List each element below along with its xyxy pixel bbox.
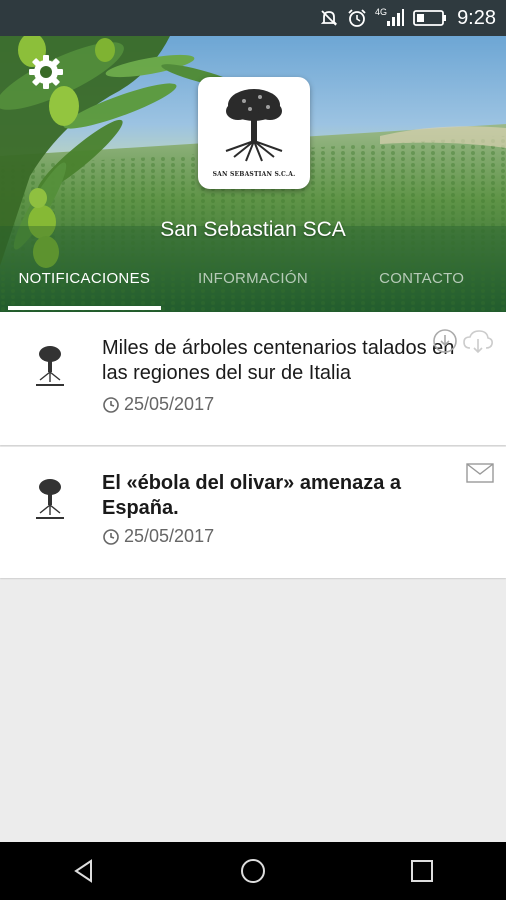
notification-list: Miles de árboles centenarios talados en … bbox=[0, 312, 506, 580]
notification-date-text: 25/05/2017 bbox=[124, 526, 215, 546]
mute-icon bbox=[319, 8, 339, 28]
notification-date-text: 25/05/2017 bbox=[124, 394, 215, 414]
back-icon[interactable] bbox=[54, 851, 114, 891]
download-circle-icon[interactable] bbox=[432, 328, 458, 359]
tab-contacto[interactable]: CONTACTO bbox=[337, 262, 506, 312]
status-time: 9:28 bbox=[457, 6, 496, 29]
settings-gear-icon[interactable] bbox=[26, 52, 66, 92]
clock-icon bbox=[103, 528, 119, 545]
tab-bar: NOTIFICACIONES INFORMACIÓN CONTACTO bbox=[0, 262, 506, 312]
home-icon[interactable] bbox=[223, 851, 283, 891]
notification-date: 25/05/2017 bbox=[102, 526, 214, 547]
battery-icon bbox=[413, 9, 447, 27]
notification-card[interactable]: Miles de árboles centenarios talados en … bbox=[0, 312, 506, 445]
company-title: San Sebastian SCA bbox=[160, 218, 346, 241]
notification-date: 25/05/2017 bbox=[102, 394, 214, 415]
notification-title: Miles de árboles centenarios talados en … bbox=[102, 337, 455, 384]
clock-icon bbox=[103, 396, 119, 413]
olive-tree-thumbnail-icon bbox=[36, 346, 64, 386]
signal-icon: 4G bbox=[375, 7, 405, 28]
header-banner: SAN SEBASTIAN S.C.A. San Sebastian SCA N… bbox=[0, 36, 506, 312]
cloud-download-icon[interactable] bbox=[462, 328, 494, 359]
olive-tree-logo-icon bbox=[225, 89, 283, 162]
envelope-icon[interactable] bbox=[466, 463, 494, 488]
notification-actions bbox=[432, 328, 494, 359]
alarm-icon bbox=[347, 8, 367, 28]
company-logo: SAN SEBASTIAN S.C.A. bbox=[198, 77, 310, 189]
navigation-bar bbox=[0, 842, 506, 900]
notification-title: El «ébola del olivar» amenaza a España. bbox=[102, 472, 402, 519]
logo-caption: SAN SEBASTIAN S.C.A. bbox=[212, 171, 296, 178]
olive-tree-thumbnail-icon bbox=[36, 479, 64, 519]
notification-actions bbox=[466, 463, 494, 488]
tab-informacion[interactable]: INFORMACIÓN bbox=[169, 262, 338, 312]
notification-card[interactable]: El «ébola del olivar» amenaza a España. … bbox=[0, 447, 506, 578]
tab-notificaciones[interactable]: NOTIFICACIONES bbox=[0, 262, 169, 312]
status-bar: 4G 9:28 bbox=[0, 0, 506, 36]
recents-icon[interactable] bbox=[392, 851, 452, 891]
network-label: 4G bbox=[375, 7, 388, 17]
